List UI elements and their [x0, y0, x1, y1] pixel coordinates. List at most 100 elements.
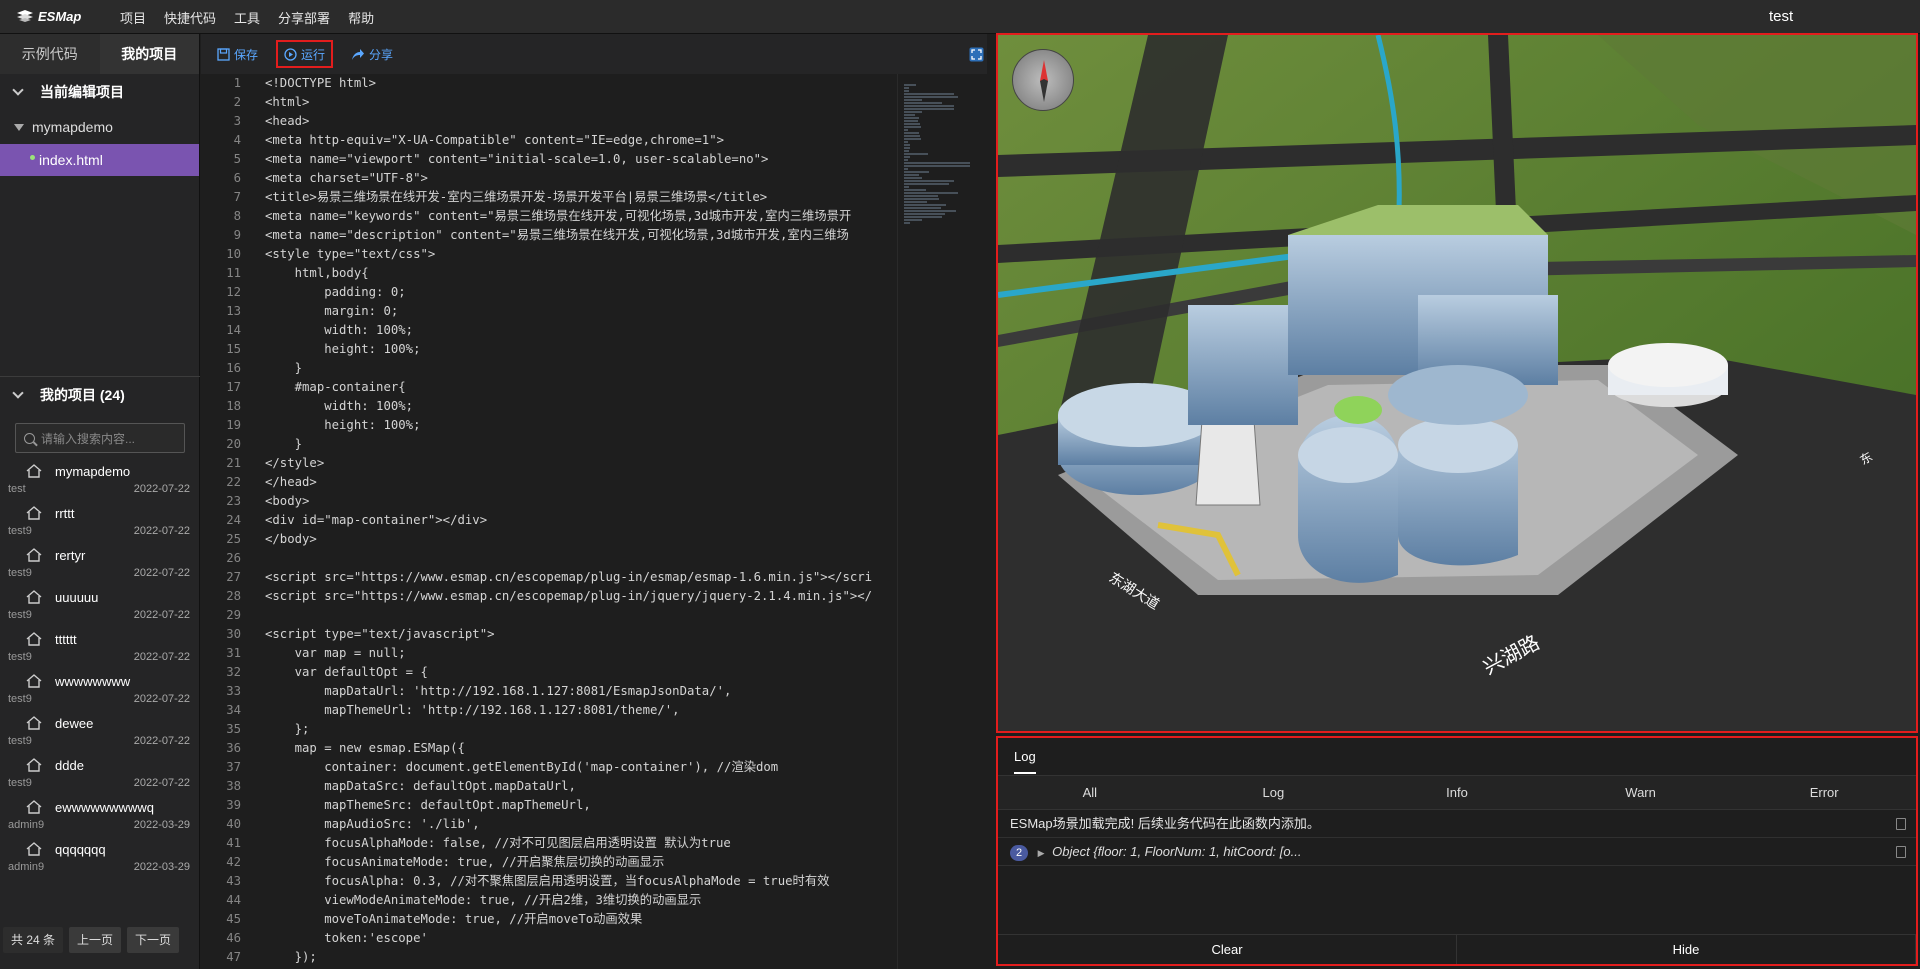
- clear-button[interactable]: Clear: [998, 935, 1457, 964]
- line-number: 9: [233, 228, 241, 242]
- menu-item-help[interactable]: 帮助: [348, 8, 374, 27]
- project-list-item[interactable]: rertyr test9 2022-07-22: [0, 543, 200, 585]
- log-count-badge: 2: [1010, 845, 1028, 861]
- line-number: 23: [226, 494, 241, 508]
- file-status-icon: [30, 155, 35, 160]
- tree-folder[interactable]: mymapdemo: [0, 110, 199, 144]
- line-number: 8: [233, 209, 241, 223]
- filter-log[interactable]: Log: [1182, 776, 1366, 809]
- map-preview[interactable]: 东湖大道 兴湖路 东: [996, 33, 1918, 733]
- map-scene[interactable]: 东湖大道 兴湖路 东: [998, 35, 1916, 731]
- fullscreen-icon[interactable]: [969, 47, 984, 62]
- project-list-item[interactable]: ddde test9 2022-07-22: [0, 753, 200, 795]
- home-icon: [26, 464, 42, 478]
- project-list-item[interactable]: tttttt test9 2022-07-22: [0, 627, 200, 669]
- filter-error[interactable]: Error: [1732, 776, 1916, 809]
- app-logo[interactable]: ESMap: [16, 9, 81, 24]
- share-button[interactable]: 分享: [347, 40, 397, 68]
- project-name: uuuuuu: [55, 590, 99, 605]
- menu-item-tools[interactable]: 工具: [234, 8, 260, 27]
- current-project-header[interactable]: 当前编辑项目: [0, 74, 199, 110]
- project-list-item[interactable]: mymapdemo test 2022-07-22: [0, 459, 200, 501]
- project-date: 2022-07-22: [133, 651, 190, 663]
- line-number: 32: [226, 665, 241, 679]
- project-list-item[interactable]: rrttt test9 2022-07-22: [0, 501, 200, 543]
- code-line: height: 100%;: [265, 342, 421, 356]
- minimap-line: [904, 111, 923, 113]
- copy-icon[interactable]: [1896, 818, 1906, 830]
- split-handle[interactable]: [987, 34, 995, 969]
- project-list-item[interactable]: qqqqqqq admin9 2022-03-29: [0, 837, 200, 879]
- home-icon: [26, 590, 42, 604]
- menu-item-deploy[interactable]: 分享部署: [278, 8, 330, 27]
- project-list-item[interactable]: ewwwwwwwwwq admin9 2022-03-29: [0, 795, 200, 837]
- code-line: };: [265, 722, 310, 736]
- line-number: 15: [226, 342, 241, 356]
- play-icon: [284, 47, 297, 61]
- project-search-input[interactable]: 请输入搜索内容...: [15, 423, 185, 453]
- home-icon: [26, 674, 42, 688]
- minimap-line: [904, 222, 910, 224]
- next-page-button[interactable]: 下一页: [127, 927, 180, 953]
- minimap-line: [904, 153, 928, 155]
- tab-sample-code[interactable]: 示例代码: [0, 34, 100, 74]
- project-date: 2022-07-22: [133, 483, 190, 495]
- project-owner: test9: [8, 777, 32, 789]
- tab-my-projects[interactable]: 我的项目: [99, 34, 199, 74]
- minimap-line: [904, 102, 943, 104]
- project-owner: test9: [8, 735, 32, 747]
- filter-warn[interactable]: Warn: [1549, 776, 1733, 809]
- minimap-line: [904, 114, 916, 116]
- log-entry[interactable]: 2 ▶ Object {floor: 1, FloorNum: 1, hitCo…: [998, 838, 1916, 866]
- minimap-line: [904, 204, 947, 206]
- save-button[interactable]: 保存: [213, 40, 262, 68]
- minimap-line: [904, 210, 956, 212]
- line-number: 26: [226, 551, 241, 565]
- minimap-line: [904, 156, 910, 158]
- line-number: 14: [226, 323, 241, 337]
- minimap-line: [904, 201, 928, 203]
- filter-all[interactable]: All: [998, 776, 1182, 809]
- run-button[interactable]: 运行: [276, 40, 334, 68]
- code-line: <style type="text/css">: [265, 247, 436, 261]
- minimap-line: [904, 132, 920, 134]
- compass-icon[interactable]: [1012, 49, 1074, 111]
- code-line: mapThemeSrc: defaultOpt.mapThemeUrl,: [265, 798, 591, 812]
- home-icon: [26, 800, 42, 814]
- hide-button[interactable]: Hide: [1457, 935, 1916, 964]
- code-line: margin: 0;: [265, 304, 399, 318]
- home-icon: [26, 716, 42, 730]
- code-line: <body>: [265, 494, 310, 508]
- filter-info[interactable]: Info: [1365, 776, 1549, 809]
- line-number: 47: [226, 950, 241, 964]
- minimap-line: [904, 162, 970, 164]
- code-minimap[interactable]: [897, 74, 987, 969]
- project-list-item[interactable]: dewee test9 2022-07-22: [0, 711, 200, 753]
- line-number: 22: [226, 475, 241, 489]
- code-line: <script src="https://www.esmap.cn/escope…: [265, 570, 873, 584]
- chevron-down-icon: [12, 84, 24, 96]
- code-line: moveToAnimateMode: true, //开启moveTo动画效果: [265, 912, 643, 926]
- menu-item-project[interactable]: 项目: [120, 8, 146, 27]
- line-number: 21: [226, 456, 241, 470]
- prev-page-button[interactable]: 上一页: [69, 927, 122, 953]
- log-tab-header: Log: [998, 738, 1916, 776]
- my-projects-header[interactable]: 我的项目 (24): [0, 377, 200, 413]
- project-list-item[interactable]: uuuuuu test9 2022-07-22: [0, 585, 200, 627]
- tree-file-active[interactable]: index.html: [0, 144, 199, 176]
- main-menu: 项目 快捷代码 工具 分享部署 帮助: [120, 0, 392, 34]
- project-name: dewee: [55, 716, 94, 731]
- menu-item-snippets[interactable]: 快捷代码: [164, 8, 216, 27]
- code-area[interactable]: 1 <!DOCTYPE html> 2 <html> 3 <head> 4 <meta htt…: [201, 74, 988, 969]
- minimap-line: [904, 96, 959, 98]
- log-tab[interactable]: Log: [1014, 742, 1036, 774]
- minimap-line: [904, 120, 919, 122]
- line-number: 30: [226, 627, 241, 641]
- tree-file-label: index.html: [39, 152, 103, 168]
- expand-caret-icon[interactable]: ▶: [1038, 848, 1045, 858]
- log-entry: ESMap场景加载完成! 后续业务代码在此函数内添加。: [998, 810, 1916, 838]
- project-name: mymapdemo: [55, 464, 131, 479]
- project-list-item[interactable]: wwwwwwww test9 2022-07-22: [0, 669, 200, 711]
- copy-icon[interactable]: [1896, 846, 1906, 858]
- project-date: 2022-07-22: [133, 693, 190, 705]
